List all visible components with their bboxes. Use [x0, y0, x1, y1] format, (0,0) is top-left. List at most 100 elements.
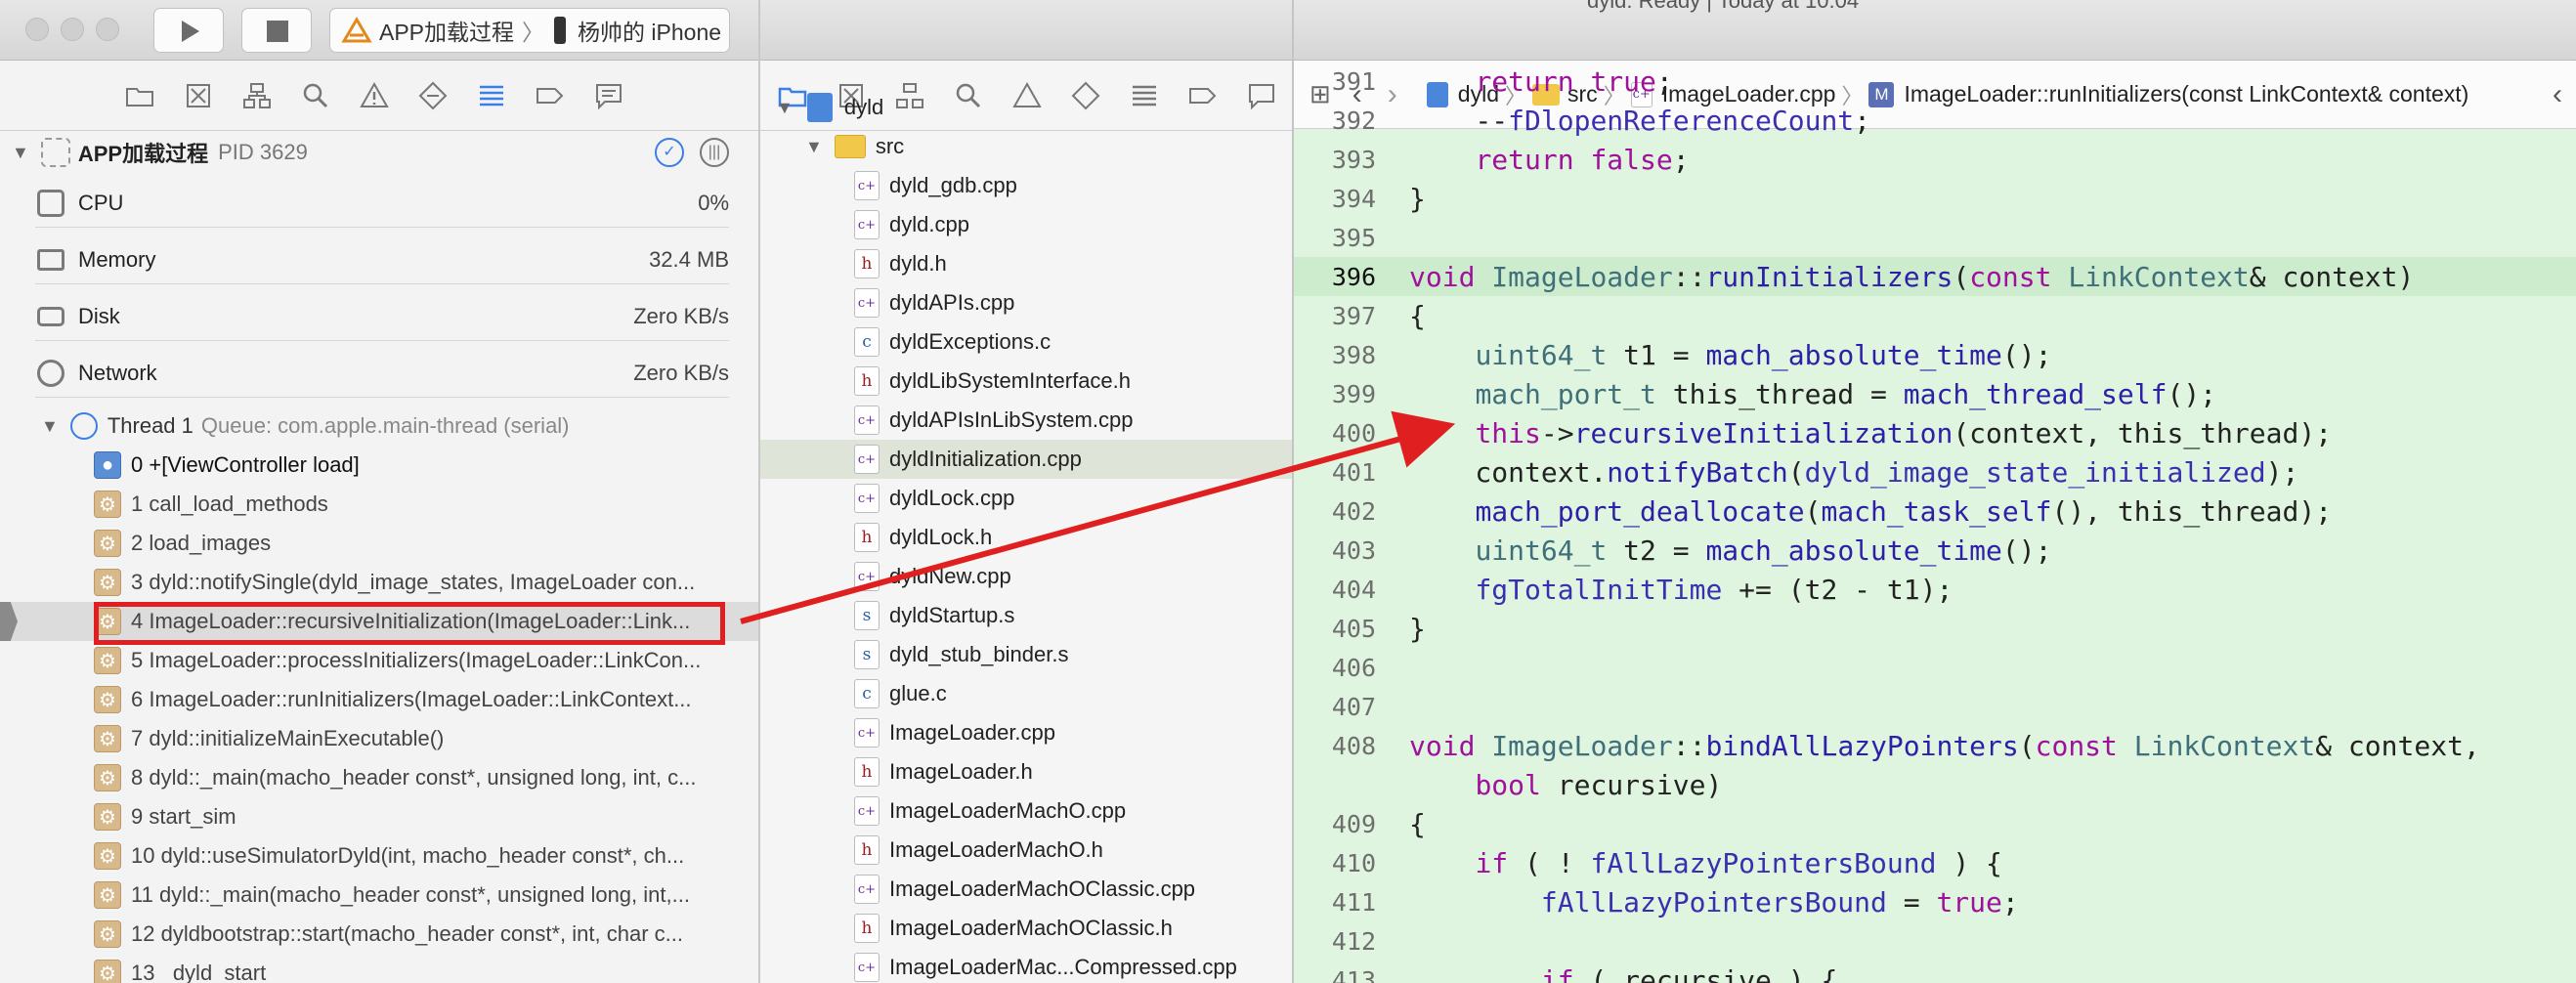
- threads-view-icon[interactable]: |||: [700, 138, 729, 167]
- file-row[interactable]: c+ dyldInitialization.cpp: [760, 440, 1292, 479]
- stack-frame[interactable]: ⚙ 2 load_images: [0, 524, 758, 563]
- warning-icon[interactable]: [356, 77, 393, 114]
- cpp-file-icon: c+: [854, 210, 880, 239]
- file-row[interactable]: c+ dyldAPIsInLibSystem.cpp: [760, 401, 1292, 440]
- file-row[interactable]: c+ dyldNew.cpp: [760, 557, 1292, 596]
- line-number: 407: [1331, 692, 1376, 721]
- code-line[interactable]: 397 {: [1294, 296, 2576, 335]
- close-window-button[interactable]: [25, 18, 49, 41]
- file-row[interactable]: c+ dyld.cpp: [760, 205, 1292, 244]
- code-line[interactable]: 405}: [1294, 609, 2576, 648]
- test-diamond-icon[interactable]: [414, 77, 451, 114]
- hierarchy-icon[interactable]: [238, 77, 276, 114]
- stack-frame[interactable]: ⚙ 10 dyld::useSimulatorDyld(int, macho_he…: [0, 836, 758, 876]
- stack-frame[interactable]: ⚙ 9 start_sim: [0, 797, 758, 836]
- code-line[interactable]: 400 this->recursiveInitialization(contex…: [1294, 413, 2576, 452]
- code-line[interactable]: 409 {: [1294, 804, 2576, 843]
- file-row[interactable]: c+ ImageLoaderMachOClassic.cpp: [760, 870, 1292, 909]
- code-line[interactable]: 408 void ImageLoader::bindAllLazyPointers…: [1294, 726, 2576, 765]
- gauge-network[interactable]: Network Zero KB/s: [0, 354, 758, 393]
- code-line[interactable]: 399 mach_port_t this_thread = mach_threa…: [1294, 374, 2576, 413]
- file-row[interactable]: h dyld.h: [760, 244, 1292, 283]
- stack-frame[interactable]: ⚙ 13 _dyld_start: [0, 954, 758, 983]
- stop-button[interactable]: [241, 8, 312, 53]
- h-file-icon: h: [854, 366, 880, 396]
- minimize-window-button[interactable]: [61, 18, 84, 41]
- thread-row[interactable]: ▼ Thread 1 Queue: com.apple.main-thread …: [0, 406, 758, 446]
- file-name: ImageLoaderMachOClassic.cpp: [889, 876, 1196, 901]
- file-row[interactable]: c+ ImageLoaderMachO.cpp: [760, 791, 1292, 831]
- file-row[interactable]: h dyldLibSystemInterface.h: [760, 362, 1292, 401]
- folder-icon: [834, 135, 866, 158]
- code-line[interactable]: 394}: [1294, 179, 2576, 218]
- code-line[interactable]: 391 return true;: [1294, 62, 2576, 101]
- code-line[interactable]: 392 --fDlopenReferenceCount;: [1294, 101, 2576, 140]
- code-line[interactable]: 411 fAllLazyPointersBound = true;: [1294, 882, 2576, 921]
- code-line[interactable]: 410 if ( ! fAllLazyPointersBound ) {: [1294, 843, 2576, 882]
- code-line[interactable]: 413 if ( recursive ) {: [1294, 961, 2576, 983]
- stack-frame[interactable]: ⚙ 4 ImageLoader::recursiveInitialization(…: [0, 602, 758, 641]
- code-line[interactable]: 406: [1294, 648, 2576, 687]
- zoom-window-button[interactable]: [96, 18, 119, 41]
- gauge-cpu[interactable]: CPU 0%: [0, 184, 758, 223]
- file-row[interactable]: h dyldLock.h: [760, 518, 1292, 557]
- source-control-icon[interactable]: [180, 77, 217, 114]
- gauge-label: Network: [78, 361, 157, 385]
- stack-frame[interactable]: ● 0 +[ViewController load]: [0, 446, 758, 485]
- stack-frame[interactable]: ⚙ 12 dyldbootstrap::start(macho_header co…: [0, 915, 758, 954]
- file-row[interactable]: c glue.c: [760, 674, 1292, 713]
- code-text: }: [1409, 182, 1426, 215]
- folder-icon[interactable]: [121, 77, 158, 114]
- stack-frame[interactable]: ⚙ 5 ImageLoader::processInitializers(Imag…: [0, 641, 758, 680]
- file-row[interactable]: c+ dyld_gdb.cpp: [760, 166, 1292, 205]
- code-line[interactable]: 407: [1294, 687, 2576, 726]
- stack-frame[interactable]: ⚙ 6 ImageLoader::runInitializers(ImageLoa…: [0, 680, 758, 719]
- gauge-memory[interactable]: Memory 32.4 MB: [0, 240, 758, 279]
- code-line[interactable]: bool recursive): [1294, 765, 2576, 804]
- system-frame-icon: ⚙: [94, 881, 121, 909]
- gauge-disk[interactable]: Disk Zero KB/s: [0, 297, 758, 336]
- file-row[interactable]: c+ dyldAPIs.cpp: [760, 283, 1292, 322]
- code-line[interactable]: 402 mach_port_deallocate(mach_task_self(…: [1294, 492, 2576, 531]
- file-row[interactable]: h ImageLoaderMachOClassic.h: [760, 909, 1292, 948]
- search-icon[interactable]: [297, 77, 334, 114]
- code-line[interactable]: 401 context.notifyBatch(dyld_image_state…: [1294, 452, 2576, 492]
- code-line[interactable]: 412: [1294, 921, 2576, 961]
- process-row[interactable]: ▼ APP加载过程 PID 3629 ✓ |||: [0, 133, 758, 172]
- scheme-selector[interactable]: APP加载过程 〉 杨帅的 iPhone: [329, 8, 730, 53]
- stack-frame[interactable]: ⚙ 3 dyld::notifySingle(dyld_image_states,…: [0, 563, 758, 602]
- file-row[interactable]: s dyldStartup.s: [760, 596, 1292, 635]
- project-row[interactable]: ▼ dyld: [760, 88, 1292, 127]
- file-name: dyld_stub_binder.s: [889, 642, 1069, 666]
- stack-frame[interactable]: ⚙ 7 dyld::initializeMainExecutable(): [0, 719, 758, 758]
- code-line[interactable]: 395: [1294, 218, 2576, 257]
- file-row[interactable]: c dyldExceptions.c: [760, 322, 1292, 362]
- file-row[interactable]: h ImageLoader.h: [760, 752, 1292, 791]
- code-line[interactable]: 404 fgTotalInitTime += (t2 - t1);: [1294, 570, 2576, 609]
- disclosure-triangle-icon[interactable]: ▼: [776, 98, 794, 118]
- debug-navigator-icon[interactable]: [473, 77, 510, 114]
- run-button[interactable]: [153, 8, 224, 53]
- report-icon[interactable]: [590, 77, 627, 114]
- breakpoint-icon[interactable]: [532, 77, 569, 114]
- code-line[interactable]: 396 void ImageLoader::runInitializers(con…: [1294, 257, 2576, 296]
- group-row[interactable]: ▼ src: [760, 127, 1292, 166]
- disclosure-triangle-icon[interactable]: ▼: [41, 416, 59, 437]
- file-row[interactable]: h ImageLoaderMachO.h: [760, 831, 1292, 870]
- file-row[interactable]: s dyld_stub_binder.s: [760, 635, 1292, 674]
- file-row[interactable]: c+ ImageLoaderMac...Compressed.cpp: [760, 948, 1292, 983]
- file-row[interactable]: c+ dyldLock.cpp: [760, 479, 1292, 518]
- code-line[interactable]: 403 uint64_t t2 = mach_absolute_time();: [1294, 531, 2576, 570]
- disclosure-triangle-icon[interactable]: ▼: [805, 137, 823, 157]
- stack-frame[interactable]: ⚙ 1 call_load_methods: [0, 485, 758, 524]
- stack-frame[interactable]: ⚙ 8 dyld::_main(macho_header const*, unsi…: [0, 758, 758, 797]
- code-line[interactable]: 398 uint64_t t1 = mach_absolute_time();: [1294, 335, 2576, 374]
- file-row[interactable]: c+ ImageLoader.cpp: [760, 713, 1292, 752]
- project-icon: [806, 93, 833, 122]
- disclosure-triangle-icon[interactable]: ▼: [12, 143, 29, 163]
- file-name: dyldStartup.s: [889, 603, 1015, 627]
- stack-frame[interactable]: ⚙ 11 dyld::_main(macho_header const*, uns…: [0, 876, 758, 915]
- cpp-file-icon: c+: [854, 875, 880, 904]
- debug-gauge-toggle-icon[interactable]: ✓: [655, 138, 684, 167]
- code-line[interactable]: 393 return false;: [1294, 140, 2576, 179]
